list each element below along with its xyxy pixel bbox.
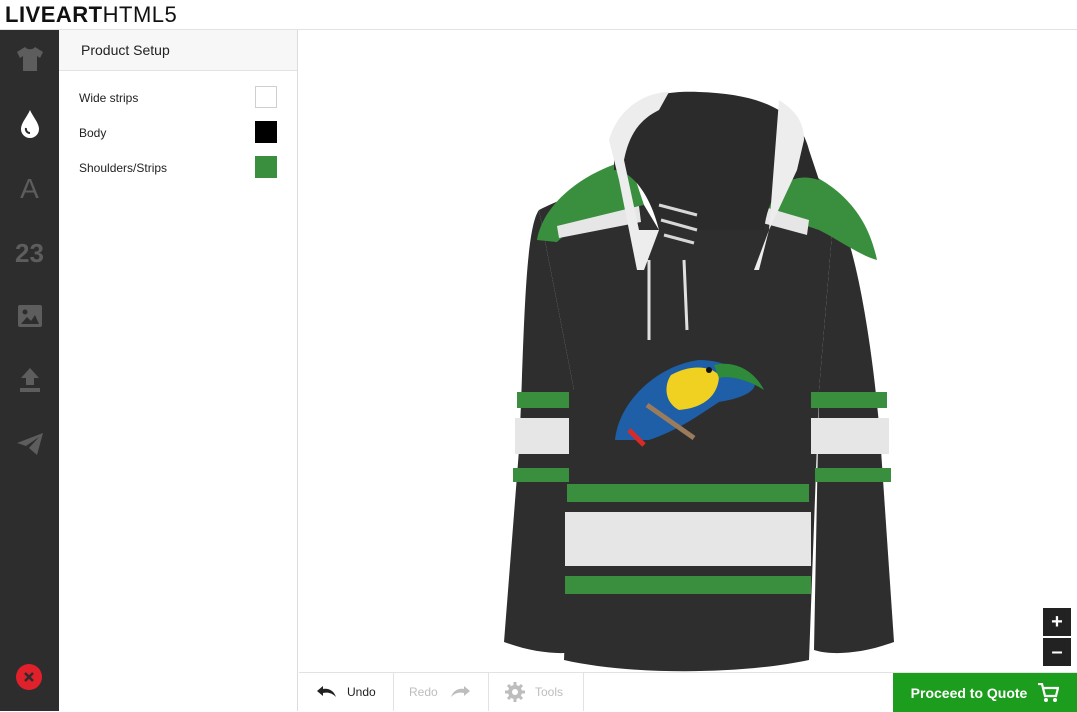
- top-bar: LIVEARTHTML5: [0, 0, 1077, 30]
- zoom-in-button[interactable]: +: [1043, 608, 1071, 636]
- send-icon[interactable]: [0, 416, 59, 472]
- zoom-out-button[interactable]: –: [1043, 638, 1071, 666]
- tshirt-icon[interactable]: [0, 31, 59, 87]
- panel-title: Product Setup: [59, 30, 297, 71]
- color-swatch[interactable]: [255, 121, 277, 143]
- gear-icon: [505, 682, 525, 702]
- number-icon[interactable]: 23: [0, 225, 59, 281]
- text-icon[interactable]: A: [0, 161, 59, 217]
- product-setup-panel: Product Setup Wide strips Body Shoulders…: [59, 30, 298, 711]
- close-icon[interactable]: [16, 664, 42, 690]
- undo-icon: [317, 686, 336, 697]
- redo-button[interactable]: Redo: [394, 673, 489, 711]
- app-logo: LIVEARTHTML5: [5, 2, 178, 27]
- proceed-to-quote-button[interactable]: Proceed to Quote: [893, 673, 1077, 712]
- left-nav: A 23: [0, 30, 59, 711]
- color-row-shoulders-strips[interactable]: Shoulders/Strips: [79, 156, 277, 180]
- color-swatch[interactable]: [255, 156, 277, 178]
- drop-icon[interactable]: [0, 96, 59, 152]
- image-icon[interactable]: [0, 288, 59, 344]
- design-canvas[interactable]: + –: [299, 30, 1077, 672]
- tools-button[interactable]: Tools: [489, 673, 584, 711]
- undo-button[interactable]: Undo: [299, 673, 394, 711]
- hoodie-product[interactable]: [299, 30, 1077, 672]
- redo-icon: [450, 686, 470, 697]
- bottom-toolbar: Undo Redo Tools Proceed to Quote: [299, 672, 1077, 712]
- color-row-body[interactable]: Body: [79, 121, 277, 145]
- color-swatch[interactable]: [255, 86, 277, 108]
- color-row-wide-strips[interactable]: Wide strips: [79, 86, 277, 110]
- cart-icon: [1038, 682, 1060, 702]
- upload-icon[interactable]: [0, 352, 59, 408]
